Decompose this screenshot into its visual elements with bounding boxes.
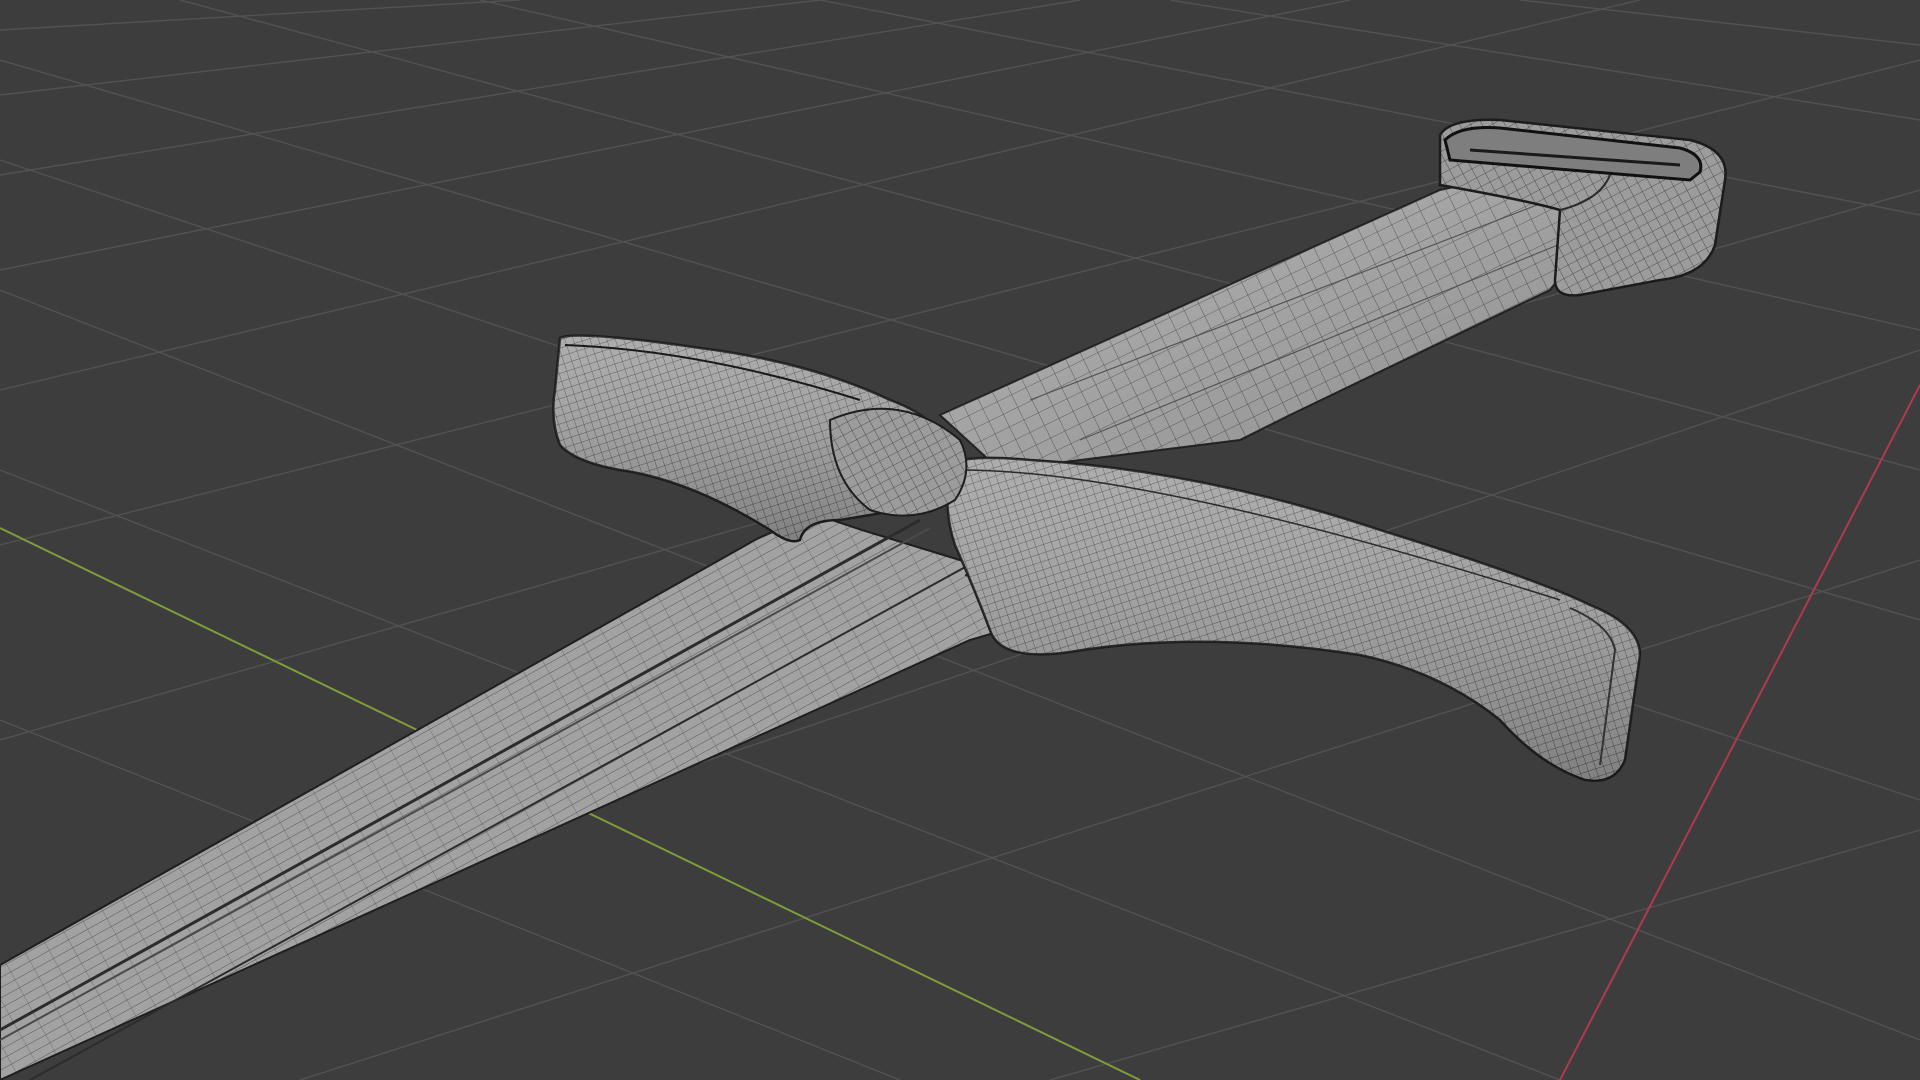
viewport-canvas[interactable] <box>0 0 1920 1080</box>
3d-viewport[interactable] <box>0 0 1920 1080</box>
